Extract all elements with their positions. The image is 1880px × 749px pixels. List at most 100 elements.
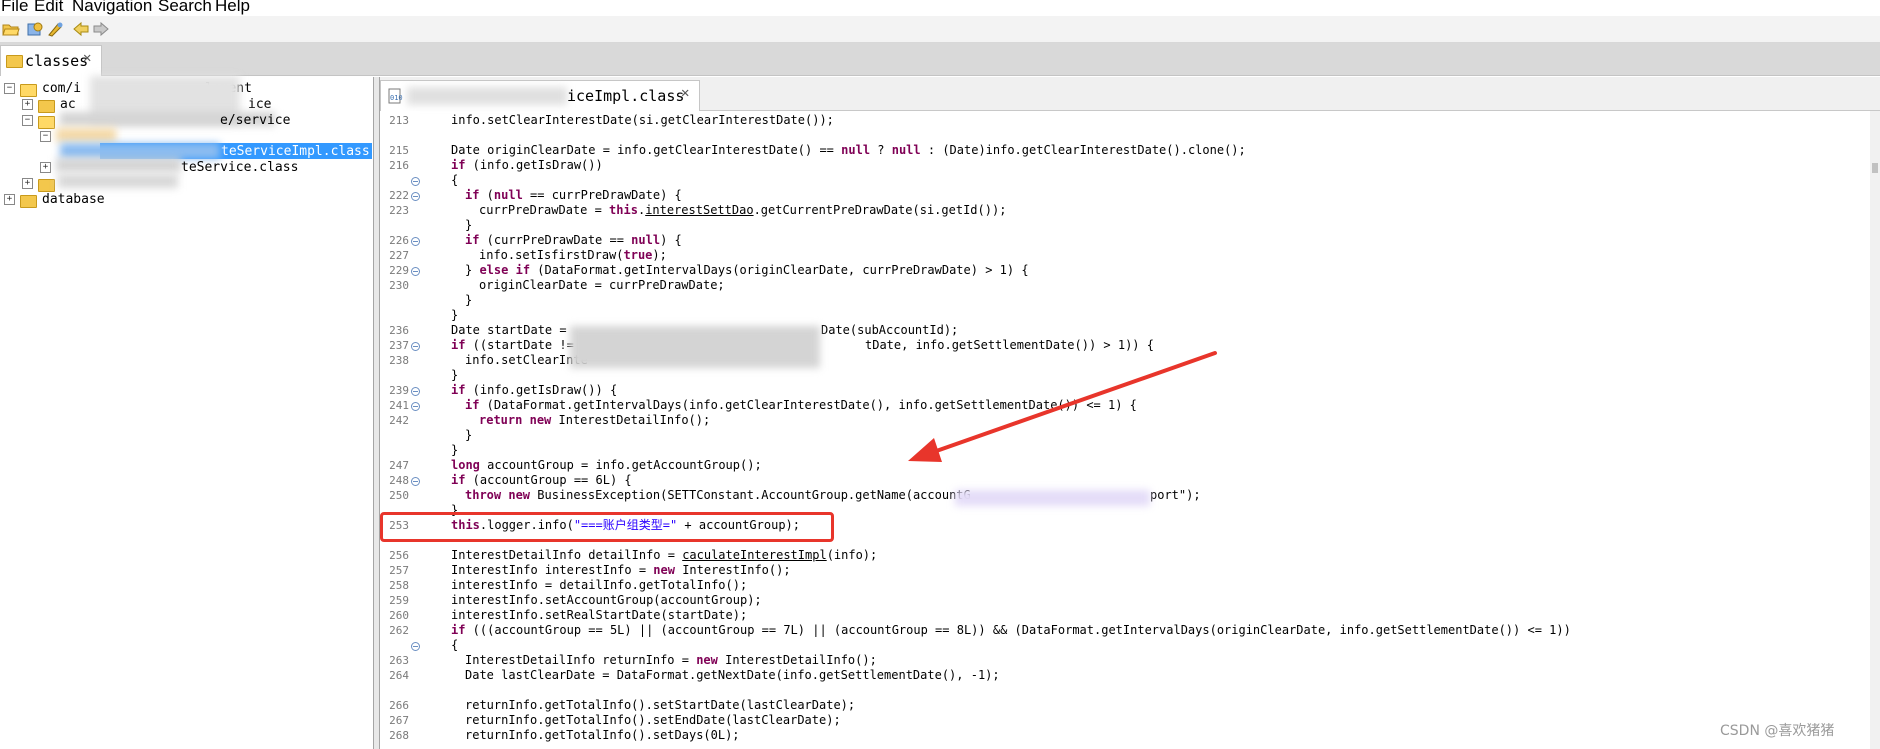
code-line: interestInfo = detailInfo.getTotalInfo()… xyxy=(451,578,748,592)
line-number: 260 xyxy=(389,609,409,622)
tab-classes[interactable]: classes ✕ xyxy=(0,45,102,76)
code-line: } xyxy=(451,443,459,457)
redacted-region xyxy=(570,326,820,368)
tree-expander[interactable]: − xyxy=(40,131,51,142)
close-icon[interactable]: ✕ xyxy=(681,85,689,101)
tree-item-database[interactable]: database xyxy=(42,192,105,207)
fold-toggle-icon[interactable] xyxy=(411,237,420,246)
fold-toggle-icon[interactable] xyxy=(411,642,420,651)
redacted-region xyxy=(955,490,1150,506)
line-number: 263 xyxy=(389,654,409,667)
tab-classes-label: classes xyxy=(25,52,89,70)
tree-item-com[interactable]: com/i xyxy=(42,81,81,96)
folder-icon xyxy=(20,195,37,208)
menu-bar: File Edit Navigation Search Help xyxy=(0,0,1880,16)
redacted-region xyxy=(407,87,567,105)
menu-edit[interactable]: Edit xyxy=(34,0,63,14)
tree-expander[interactable]: − xyxy=(22,115,33,126)
line-number: 267 xyxy=(389,714,409,727)
code-line: interestInfo.setRealStartDate(startDate)… xyxy=(451,608,748,622)
line-number: 248 xyxy=(389,474,409,487)
tree-item-ac[interactable]: ac xyxy=(60,97,76,112)
editor-tab-row: 010 iceImpl.class ✕ xyxy=(380,77,1880,111)
code-line: long accountGroup = info.getAccountGroup… xyxy=(451,458,762,472)
open-type-icon[interactable] xyxy=(26,21,44,37)
tree-expander[interactable]: + xyxy=(40,162,51,173)
line-number: 213 xyxy=(389,114,409,127)
line-number: 256 xyxy=(389,549,409,562)
annotation-arrow xyxy=(908,351,1217,462)
vertical-scrollbar[interactable] xyxy=(1870,111,1880,749)
code-line: if (info.getIsDraw()) { xyxy=(451,383,618,397)
line-number: 259 xyxy=(389,594,409,607)
watermark: CSDN @喜欢猪猪 xyxy=(1720,723,1835,739)
fold-toggle-icon[interactable] xyxy=(411,342,420,351)
line-number: 237 xyxy=(389,339,409,352)
line-number: 229 xyxy=(389,264,409,277)
code-line: } xyxy=(451,308,459,322)
line-number: 226 xyxy=(389,234,409,247)
menu-file[interactable]: File xyxy=(1,0,28,14)
menu-help[interactable]: Help xyxy=(215,0,250,14)
code-line: returnInfo.getTotalInfo().setDays(0L); xyxy=(465,728,740,742)
code-line: } xyxy=(465,293,473,307)
folder-open-icon xyxy=(38,116,55,129)
fold-toggle-icon[interactable] xyxy=(411,177,420,186)
tree-item-interface[interactable]: teService.class xyxy=(181,160,298,175)
code-line: } xyxy=(465,428,473,442)
fold-toggle-icon[interactable] xyxy=(411,402,420,411)
line-number: 216 xyxy=(389,159,409,172)
redacted-region xyxy=(60,143,220,159)
editor-tab-label: iceImpl.class xyxy=(567,87,685,105)
folder-icon xyxy=(38,100,55,113)
code-line: returnInfo.getTotalInfo().setStartDate(l… xyxy=(465,698,856,712)
code-line: returnInfo.getTotalInfo().setEndDate(las… xyxy=(465,713,841,727)
toolbar xyxy=(0,16,1880,43)
open-folder-icon[interactable] xyxy=(2,21,20,37)
line-number: 266 xyxy=(389,699,409,712)
menu-search[interactable]: Search xyxy=(158,0,212,14)
redacted-region xyxy=(56,128,116,142)
line-number: 262 xyxy=(389,624,409,637)
line-number: 250 xyxy=(389,489,409,502)
folder-icon xyxy=(6,55,23,68)
code-line: Date lastClearDate = DataFormat.getNextD… xyxy=(465,668,1000,682)
code-line: } else if (DataFormat.getIntervalDays(or… xyxy=(465,263,1029,277)
code-line-tail: Date(subAccountId); xyxy=(821,323,959,337)
tab-row: classes ✕ xyxy=(0,43,1880,76)
annotation-highlight-box xyxy=(380,512,834,542)
tree-expander[interactable]: + xyxy=(4,194,15,205)
folder-icon xyxy=(38,179,55,192)
tree-item-service[interactable]: e/service xyxy=(220,113,290,128)
line-number: 264 xyxy=(389,669,409,682)
menu-navigation[interactable]: Navigation xyxy=(72,0,152,14)
scrollbar-thumb[interactable] xyxy=(1872,163,1878,173)
tree-expander[interactable]: + xyxy=(22,99,33,110)
fold-toggle-icon[interactable] xyxy=(411,267,420,276)
line-number: 242 xyxy=(389,414,409,427)
code-line: } xyxy=(451,368,459,382)
fold-toggle-icon[interactable] xyxy=(411,387,420,396)
line-number: 223 xyxy=(389,204,409,217)
tree-expander[interactable]: − xyxy=(4,83,15,94)
code-line: throw new BusinessException(SETTConstant… xyxy=(465,488,971,502)
line-number: 230 xyxy=(389,279,409,292)
code-line: Date startDate = xyxy=(451,323,574,337)
line-number: 236 xyxy=(389,324,409,337)
line-number: 268 xyxy=(389,729,409,742)
code-line: { xyxy=(451,173,459,187)
fold-toggle-icon[interactable] xyxy=(411,477,420,486)
close-icon[interactable]: ✕ xyxy=(83,50,91,66)
open-resource-icon[interactable] xyxy=(46,21,64,37)
line-number: 247 xyxy=(389,459,409,472)
code-line: if (((accountGroup == 5L) || (accountGro… xyxy=(451,623,1571,637)
fold-toggle-icon[interactable] xyxy=(411,192,420,201)
editor-tab[interactable]: 010 iceImpl.class ✕ xyxy=(380,80,700,111)
tree-expander[interactable]: + xyxy=(22,178,33,189)
code-line: { xyxy=(451,638,459,652)
back-icon[interactable] xyxy=(72,21,90,37)
code-line: info.setClearInterestDate(si.getClearInt… xyxy=(451,113,834,127)
tree-item-selected-label: teServiceImpl.class xyxy=(221,144,370,159)
line-number: 241 xyxy=(389,399,409,412)
forward-icon[interactable] xyxy=(92,21,110,37)
